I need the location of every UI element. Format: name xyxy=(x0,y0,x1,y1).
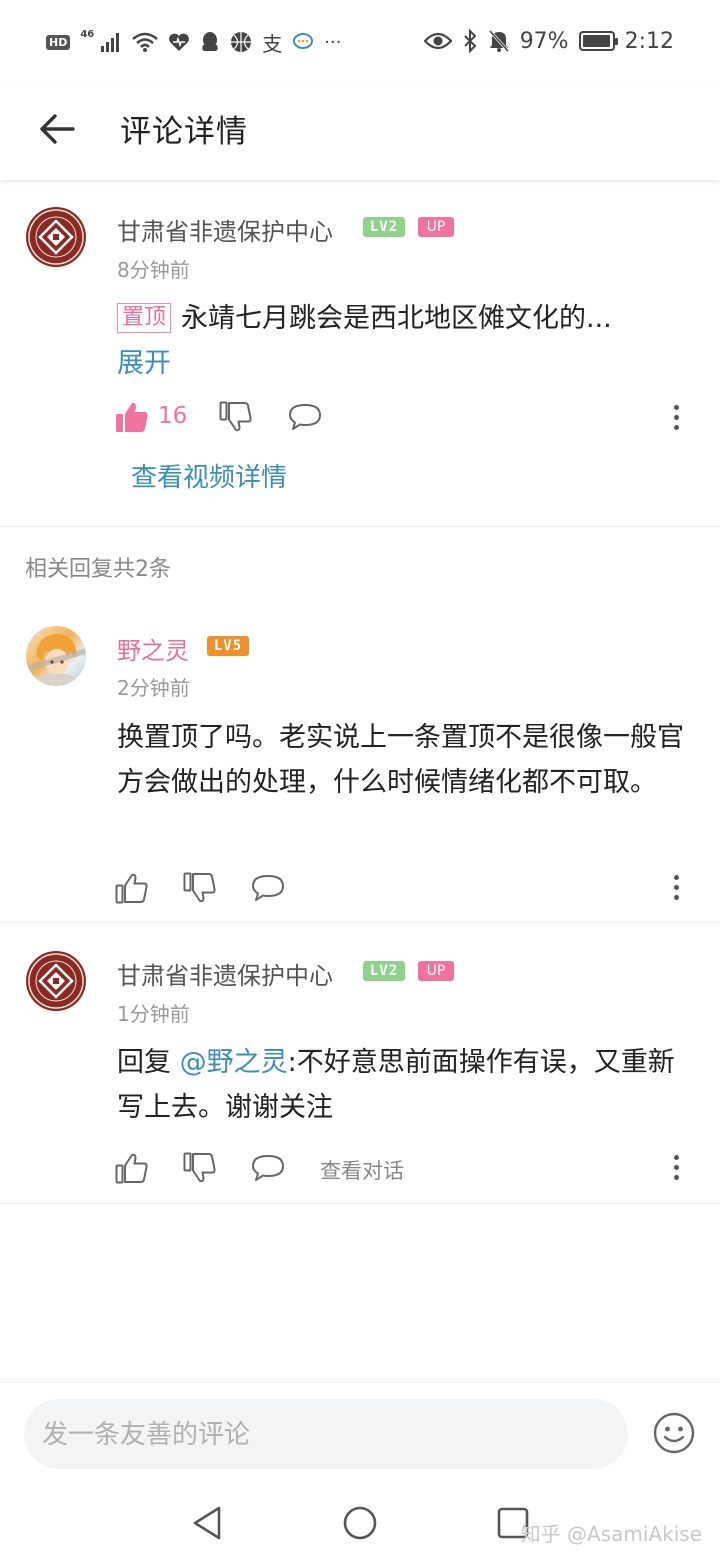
view-dialog-link[interactable]: 查看对话 xyxy=(320,1155,404,1185)
reply-button[interactable] xyxy=(287,399,323,435)
dislike-button[interactable] xyxy=(182,870,218,906)
comment-time: 8分钟前 xyxy=(117,258,190,282)
alipay-icon: 支 xyxy=(262,31,283,56)
comment-bubble-icon xyxy=(289,404,321,430)
expand-link[interactable]: 展开 xyxy=(117,341,171,380)
org-logo-icon xyxy=(28,953,84,1009)
avatar[interactable] xyxy=(26,951,86,1011)
cell-signal-icon xyxy=(101,33,120,52)
replies-count-header: 相关回复共2条 xyxy=(25,557,171,582)
view-video-link[interactable]: 查看视频详情 xyxy=(131,457,287,494)
wifi-icon xyxy=(132,32,159,52)
hd-icon: HD xyxy=(46,34,71,50)
back-button[interactable] xyxy=(30,102,84,156)
comment-author[interactable]: 甘肃省非遗保护中心 xyxy=(117,212,333,247)
more-options-button[interactable] xyxy=(661,397,691,437)
more-options-button[interactable] xyxy=(661,1147,691,1187)
qq-icon xyxy=(202,32,218,51)
page-title: 评论详情 xyxy=(120,114,248,150)
comment-bubble-icon xyxy=(252,1155,284,1181)
like-count: 16 xyxy=(158,403,188,429)
chat-bubble-icon xyxy=(293,33,314,49)
status-right-icons: 97% 2:12 xyxy=(423,26,674,56)
reply-author[interactable]: 甘肃省非遗保护中心 xyxy=(117,956,333,991)
battery-icon xyxy=(578,31,618,51)
comment-input-bar xyxy=(0,1382,720,1489)
reply-author[interactable]: 野之灵 xyxy=(117,631,189,666)
thumbs-down-icon xyxy=(183,872,216,903)
more-options-button[interactable] xyxy=(661,867,691,907)
anime-avatar-image xyxy=(26,634,86,686)
reply-text[interactable]: 换置顶了吗。老实说上一条置顶不是很像一般官方会做出的处理，什么时候情绪化都不可取… xyxy=(117,715,692,805)
bluetooth-icon xyxy=(463,29,477,53)
like-button[interactable] xyxy=(114,399,150,435)
system-nav-bar: 知乎 @AsamiAkise xyxy=(0,1488,720,1560)
divider xyxy=(0,1203,720,1204)
level-badge: LV2 xyxy=(363,217,405,237)
thumbs-down-icon xyxy=(183,1152,216,1183)
status-bar: HD 46 支 ··· 97% 2:12 xyxy=(0,0,720,82)
nav-back-icon xyxy=(193,1506,221,1540)
app-bar: 评论详情 xyxy=(0,82,720,180)
comment-text[interactable]: 置顶 永靖七月跳会是西北地区傩文化的... xyxy=(117,296,687,341)
dislike-button[interactable] xyxy=(182,1150,218,1186)
more-notifications: ··· xyxy=(324,31,342,53)
divider xyxy=(0,526,720,527)
avatar[interactable] xyxy=(26,626,86,686)
comment-bubble-icon xyxy=(252,875,284,901)
mute-bell-icon xyxy=(488,29,509,53)
level-badge: LV2 xyxy=(363,961,405,981)
health-icon xyxy=(169,33,190,51)
reply-prefix: 回复 xyxy=(117,1047,180,1078)
up-badge: UP xyxy=(418,217,454,237)
thumbs-down-icon xyxy=(219,401,252,432)
comment-input[interactable] xyxy=(40,1399,614,1471)
org-logo-icon xyxy=(28,209,84,265)
battery-percent: 97% xyxy=(519,28,569,54)
level-badge: LV5 xyxy=(207,636,249,656)
emoji-button[interactable] xyxy=(652,1411,696,1455)
status-left-icons: HD 46 支 ··· xyxy=(46,28,341,56)
reply-button[interactable] xyxy=(250,870,286,906)
thumbs-up-icon xyxy=(115,873,148,904)
divider xyxy=(0,922,720,923)
nav-back-button[interactable] xyxy=(186,1502,228,1544)
basketball-icon xyxy=(231,32,252,52)
reply-time: 1分钟前 xyxy=(117,1002,190,1026)
eye-icon xyxy=(423,32,452,50)
back-arrow-icon xyxy=(40,114,75,144)
thumbs-up-icon xyxy=(115,1153,148,1184)
nav-home-icon xyxy=(343,1506,377,1540)
thumbs-up-filled-icon xyxy=(116,402,148,432)
dislike-button[interactable] xyxy=(218,399,254,435)
up-badge: UP xyxy=(418,961,454,981)
nav-home-button[interactable] xyxy=(339,1502,381,1544)
avatar[interactable] xyxy=(26,207,86,267)
reply-text[interactable]: 回复 @野之灵:不好意思前面操作有误，又重新写上去。谢谢关注 xyxy=(117,1040,692,1130)
clock: 2:12 xyxy=(624,28,674,54)
like-button[interactable] xyxy=(114,1150,150,1186)
like-button[interactable] xyxy=(114,870,150,906)
comment-body: 永靖七月跳会是西北地区傩文化的... xyxy=(181,303,612,334)
watermark: 知乎 @AsamiAkise xyxy=(520,1522,702,1546)
emoji-icon xyxy=(653,1412,695,1454)
comment-input-container xyxy=(24,1399,628,1471)
network-type: 46 xyxy=(80,28,95,40)
battery-fill xyxy=(582,35,610,47)
mention-link[interactable]: @野之灵 xyxy=(180,1047,288,1078)
reply-button[interactable] xyxy=(250,1150,286,1186)
reply-time: 2分钟前 xyxy=(117,676,190,700)
pinned-tag: 置顶 xyxy=(117,302,172,333)
